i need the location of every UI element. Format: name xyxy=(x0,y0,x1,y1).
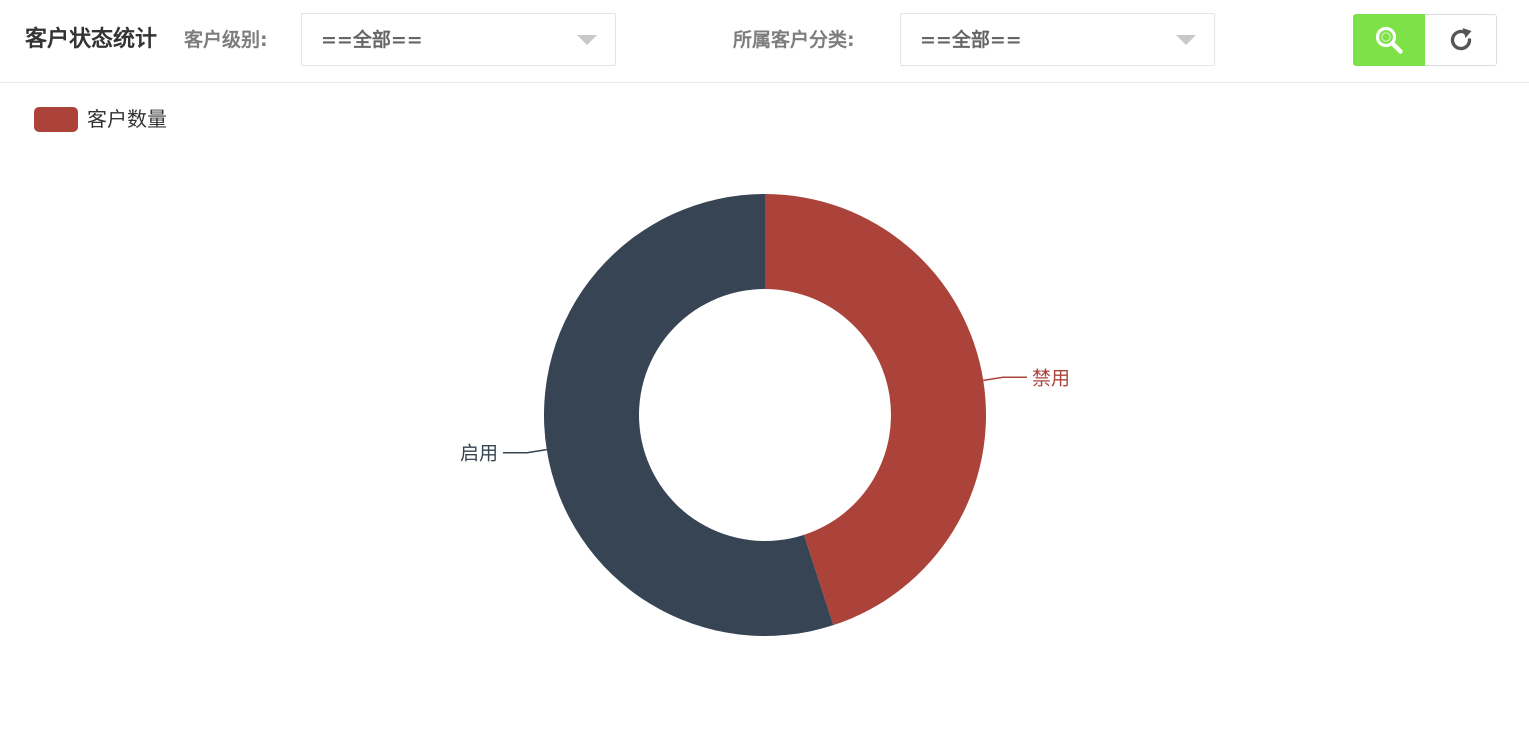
slice-label-1: 启用 xyxy=(460,443,498,465)
customer-level-select[interactable]: ==全部== xyxy=(301,13,616,66)
label-line-1 xyxy=(502,448,547,454)
customer-category-label: 所属客户分类: xyxy=(733,29,855,51)
search-button[interactable] xyxy=(1353,14,1425,66)
customer-category-select[interactable]: ==全部== xyxy=(900,13,1215,66)
label-line-0 xyxy=(983,376,1028,382)
slice-label-0: 禁用 xyxy=(1032,367,1070,389)
chevron-down-icon xyxy=(577,35,597,45)
chevron-down-icon xyxy=(1176,35,1196,45)
toolbar: 客户状态统计 客户级别: ==全部== 所属客户分类: ==全部== xyxy=(0,0,1529,83)
customer-category-value: ==全部== xyxy=(920,29,1022,51)
refresh-icon xyxy=(1450,28,1471,51)
page-title: 客户状态统计 xyxy=(25,27,158,52)
customer-level-value: ==全部== xyxy=(321,29,423,51)
donut-chart: 禁用启用 xyxy=(460,194,1070,637)
search-icon xyxy=(1375,26,1403,54)
customer-level-label: 客户级别: xyxy=(184,29,268,51)
refresh-button[interactable] xyxy=(1425,14,1497,66)
